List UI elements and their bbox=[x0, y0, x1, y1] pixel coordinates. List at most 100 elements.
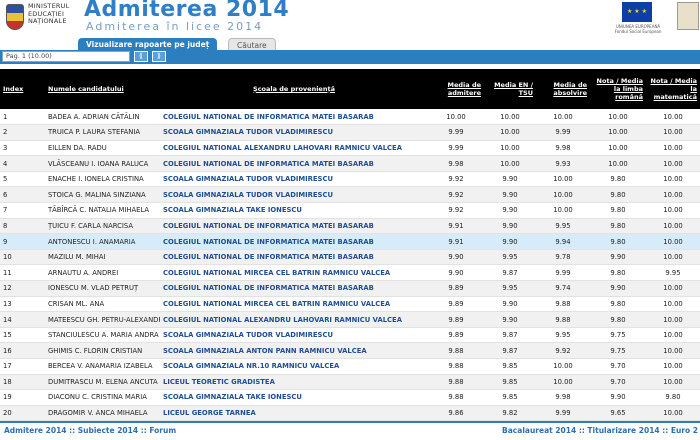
cell-math-avg: 9.80 bbox=[646, 389, 700, 406]
cell-romanian-avg: 9.65 bbox=[590, 405, 646, 422]
table-row[interactable]: 4 VLĂSCEANU I. IOANA RALUCA COLEGIUL NATIO… bbox=[0, 155, 700, 172]
table-row[interactable]: 17 BERCEA V. ANAMARIA IZABELA SCOALA GIMNA… bbox=[0, 358, 700, 375]
cell-school[interactable]: SCOALA GIMNAZIALA TUDOR VLADIMIRESCU bbox=[160, 171, 428, 188]
cell-candidate: MATEESCU GH. PETRU-ALEXANDRU bbox=[24, 311, 160, 328]
cell-graduation-avg: 10.00 bbox=[536, 186, 590, 204]
table-row[interactable]: 3 EILLEN DA. RADU COLEGIUL NATIONAL ALEXAN… bbox=[0, 140, 700, 157]
cell-school[interactable]: SCOALA GIMNAZIALA TUDOR VLADIMIRESCU bbox=[160, 327, 428, 344]
cell-school[interactable]: COLEGIUL NATIONAL DE INFORMATICA MATEI B… bbox=[160, 233, 428, 250]
table-row[interactable]: 10 MAZILU M. MIHAI COLEGIUL NATIONAL DE IN… bbox=[0, 249, 700, 266]
cell-school[interactable]: COLEGIUL NATIONAL DE INFORMATICA MATEI B… bbox=[160, 280, 428, 297]
cell-romanian-avg: 9.80 bbox=[590, 186, 646, 204]
ministry-name: MINISTERUL EDUCAȚIEI NAȚIONALE bbox=[28, 2, 69, 26]
col-candidate[interactable]: Numele candidatului bbox=[24, 69, 160, 109]
table-row[interactable]: 7 TĂBÎRCĂ C. NATALIA MIHAELA SCOALA GIMNAZ… bbox=[0, 202, 700, 219]
table-row[interactable]: 13 CRISAN ML. ANA COLEGIUL NATIONAL MIRCEA… bbox=[0, 296, 700, 313]
cell-admission-avg: 9.98 bbox=[428, 155, 484, 172]
cell-graduation-avg: 9.88 bbox=[536, 296, 590, 313]
cell-candidate: DIACONU C. CRISTINA MARIA bbox=[24, 389, 160, 406]
cell-admission-avg: 9.91 bbox=[428, 218, 484, 235]
table-row[interactable]: 8 ȚUICU F. CARLA NARCISA COLEGIUL NATIONAL… bbox=[0, 218, 700, 235]
cell-graduation-avg: 10.00 bbox=[536, 109, 590, 126]
col-graduation-avg[interactable]: Media de absolvire bbox=[536, 69, 590, 109]
cell-en-avg: 9.90 bbox=[484, 186, 536, 204]
table-row[interactable]: 16 GHIMIS C. FLORIN CRISTIAN SCOALA GIMNAZ… bbox=[0, 342, 700, 359]
col-en-avg[interactable]: Media EN / TSU bbox=[484, 69, 536, 109]
government-logo-icon bbox=[677, 2, 699, 30]
cell-school[interactable]: COLEGIUL NATIONAL DE INFORMATICA MATEI B… bbox=[160, 249, 428, 266]
table-row[interactable]: 9 ANTONESCU I. ANAMARIA COLEGIUL NATIONAL … bbox=[0, 233, 700, 250]
cell-school[interactable]: SCOALA GIMNAZIALA ANTON PANN RAMNICU VAL… bbox=[160, 342, 428, 359]
col-admission-avg[interactable]: Media de admitere bbox=[428, 69, 484, 109]
cell-school[interactable]: SCOALA GIMNAZIALA NR.10 RAMNICU VALCEA bbox=[160, 358, 428, 375]
cell-en-avg: 10.00 bbox=[484, 140, 536, 157]
cell-candidate: BERCEA V. ANAMARIA IZABELA bbox=[24, 358, 160, 375]
cell-admission-avg: 9.88 bbox=[428, 358, 484, 375]
cell-admission-avg: 9.90 bbox=[428, 249, 484, 266]
col-math-avg[interactable]: Nota / Media la matematică bbox=[646, 69, 700, 109]
ministry-crest-icon bbox=[6, 4, 24, 30]
cell-graduation-avg: 9.94 bbox=[536, 233, 590, 250]
col-romanian-avg[interactable]: Nota / Media la limba română bbox=[590, 69, 646, 109]
table-row[interactable]: 18 DUMITRASCU M. ELENA ANCUTA LICEUL TEORE… bbox=[0, 374, 700, 391]
cell-math-avg: 10.00 bbox=[646, 405, 700, 422]
cell-en-avg: 9.87 bbox=[484, 327, 536, 344]
cell-graduation-avg: 9.99 bbox=[536, 124, 590, 141]
cell-index: 1 bbox=[0, 109, 24, 126]
cell-index: 3 bbox=[0, 140, 24, 157]
table-row[interactable]: 2 TRUICA P. LAURA STEFANIA SCOALA GIMNAZIA… bbox=[0, 124, 700, 141]
table-row[interactable]: 15 STANCIULESCU A. MARIA ANDRA SCOALA GIMN… bbox=[0, 327, 700, 344]
ministry-line-3: NAȚIONALE bbox=[28, 17, 67, 25]
table-row[interactable]: 20 DRAGOMIR V. ANCA MIHAELA LICEUL GEORGE … bbox=[0, 405, 700, 422]
table-row[interactable]: 5 ENACHE I. IONELA CRISTINA SCOALA GIMNAZI… bbox=[0, 171, 700, 188]
cell-index: 11 bbox=[0, 264, 24, 282]
cell-math-avg: 10.00 bbox=[646, 171, 700, 188]
tab-bar: Vizualizare rapoarte pe județ Căutare bbox=[0, 38, 700, 52]
cell-candidate: VLĂSCEANU I. IOANA RALUCA bbox=[24, 155, 160, 172]
cell-school[interactable]: COLEGIUL NATIONAL MIRCEA CEL BATRIN RAMN… bbox=[160, 296, 428, 313]
cell-school[interactable]: COLEGIUL NATIONAL ALEXANDRU LAHOVARI RAM… bbox=[160, 140, 428, 157]
cell-en-avg: 9.95 bbox=[484, 280, 536, 297]
prev-page-icon[interactable]: ⟪ bbox=[134, 51, 148, 62]
table-row[interactable]: 12 IONESCU M. VLAD PETRUȚ COLEGIUL NATIONA… bbox=[0, 280, 700, 297]
cell-en-avg: 9.95 bbox=[484, 249, 536, 266]
col-school[interactable]: Școala de proveniență bbox=[160, 69, 428, 109]
cell-index: 2 bbox=[0, 124, 24, 141]
cell-index: 19 bbox=[0, 389, 24, 406]
next-page-icon[interactable]: ⟫ bbox=[152, 51, 166, 62]
table-row[interactable]: 1 BADEA A. ADRIAN CĂTĂLIN COLEGIUL NATIONA… bbox=[0, 109, 700, 126]
table-row[interactable]: 11 ARNAUTU A. ANDREI COLEGIUL NATIONAL MIR… bbox=[0, 264, 700, 282]
cell-school[interactable]: COLEGIUL NATIONAL ALEXANDRU LAHOVARI RAM… bbox=[160, 311, 428, 328]
cell-en-avg: 9.90 bbox=[484, 171, 536, 188]
cell-math-avg: 10.00 bbox=[646, 109, 700, 126]
cell-school[interactable]: LICEUL TEORETIC GRADISTEA bbox=[160, 374, 428, 391]
table-row[interactable]: 6 STOICA G. MALINA SINZIANA SCOALA GIMNAZI… bbox=[0, 186, 700, 204]
table-row[interactable]: 14 MATEESCU GH. PETRU-ALEXANDRU COLEGIUL N… bbox=[0, 311, 700, 328]
cell-candidate: MAZILU M. MIHAI bbox=[24, 249, 160, 266]
col-index[interactable]: Index bbox=[0, 69, 24, 109]
cell-school[interactable]: SCOALA GIMNAZIALA TAKE IONESCU bbox=[160, 202, 428, 219]
cell-index: 15 bbox=[0, 327, 24, 344]
cell-school[interactable]: LICEUL GEORGE TARNEA bbox=[160, 405, 428, 422]
cell-en-avg: 9.82 bbox=[484, 405, 536, 422]
cell-graduation-avg: 9.95 bbox=[536, 218, 590, 235]
footer-links-left[interactable]: Admitere 2014 :: Subiecte 2014 :: Forum bbox=[4, 426, 176, 435]
cell-school[interactable]: SCOALA GIMNAZIALA TAKE IONESCU bbox=[160, 389, 428, 406]
cell-math-avg: 10.00 bbox=[646, 342, 700, 359]
cell-school[interactable]: SCOALA GIMNAZIALA TUDOR VLADIMIRESCU bbox=[160, 186, 428, 204]
cell-school[interactable]: COLEGIUL NATIONAL DE INFORMATICA MATEI B… bbox=[160, 155, 428, 172]
cell-school[interactable]: SCOALA GIMNAZIALA TUDOR VLADIMIRESCU bbox=[160, 124, 428, 141]
cell-index: 18 bbox=[0, 374, 24, 391]
table-row[interactable]: 19 DIACONU C. CRISTINA MARIA SCOALA GIMNAZ… bbox=[0, 389, 700, 406]
cell-school[interactable]: COLEGIUL NATIONAL DE INFORMATICA MATEI B… bbox=[160, 109, 428, 126]
cell-math-avg: 10.00 bbox=[646, 218, 700, 235]
site-subtitle: Admiterea în licee 2014 bbox=[86, 20, 264, 33]
cell-candidate: IONESCU M. VLAD PETRUȚ bbox=[24, 280, 160, 297]
cell-school[interactable]: COLEGIUL NATIONAL DE INFORMATICA MATEI B… bbox=[160, 218, 428, 235]
footer-links-right[interactable]: Bacalaureat 2014 :: Titularizare 2014 ::… bbox=[502, 426, 698, 435]
site-title[interactable]: Admiterea 2014 bbox=[84, 0, 289, 22]
cell-en-avg: 9.85 bbox=[484, 358, 536, 375]
cell-graduation-avg: 10.00 bbox=[536, 171, 590, 188]
page-select[interactable]: Pag. 1 (10.00) bbox=[2, 51, 130, 62]
cell-school[interactable]: COLEGIUL NATIONAL MIRCEA CEL BATRIN RAMN… bbox=[160, 264, 428, 282]
